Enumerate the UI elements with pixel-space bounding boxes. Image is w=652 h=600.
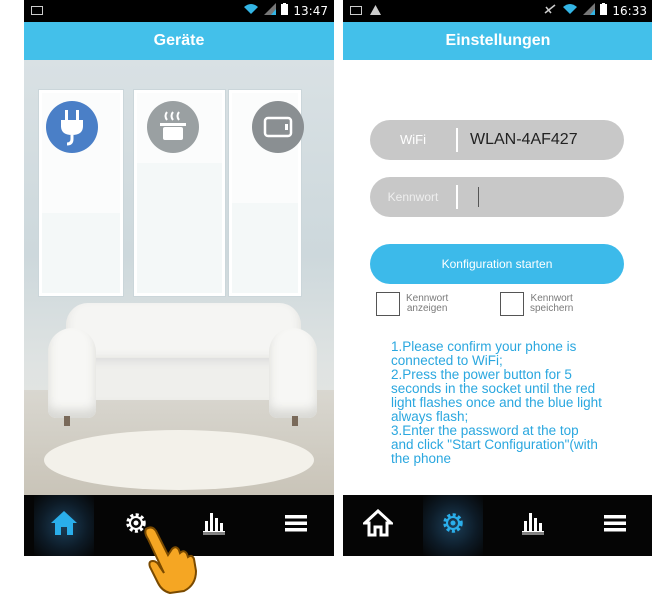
- wifi-signal-icon: [243, 3, 259, 18]
- checkbox-box[interactable]: [376, 292, 400, 316]
- sofa-leg: [64, 416, 70, 426]
- sofa-leg: [292, 416, 298, 426]
- page-title: Einstellungen: [343, 22, 652, 60]
- chart-icon: [520, 511, 546, 540]
- nav-menu-button[interactable]: [266, 495, 326, 556]
- chart-icon: [201, 511, 227, 540]
- cell-signal-icon: [583, 3, 596, 18]
- password-label: Kennwort: [387, 190, 439, 204]
- sofa-seat: [66, 358, 301, 400]
- instruction-step-2: 2.Press the power button for 5 seconds i…: [391, 367, 602, 424]
- gear-icon: [440, 510, 466, 541]
- settings-panel: WiFi WLAN-4AF427 Kennwort Konfiguration …: [343, 60, 652, 495]
- sofa-arm: [269, 328, 317, 418]
- field-divider: [456, 185, 458, 209]
- cooking-pot-icon[interactable]: [147, 101, 199, 153]
- home-icon: [361, 508, 395, 542]
- plug-icon[interactable]: [46, 101, 98, 153]
- menu-icon: [604, 514, 626, 537]
- field-divider: [456, 128, 458, 152]
- save-password-checkbox[interactable]: Kennwort speichern: [500, 292, 573, 316]
- status-time: 16:33: [612, 3, 647, 18]
- instruction-step-3: 3.Enter the password at the top and clic…: [391, 423, 598, 466]
- start-configuration-button[interactable]: Konfiguration starten: [370, 244, 624, 284]
- living-room-background: [24, 60, 334, 495]
- bottom-navigation: [343, 495, 652, 556]
- wifi-label: WiFi: [400, 132, 426, 147]
- password-input[interactable]: [468, 185, 612, 211]
- cell-signal-icon: [264, 3, 277, 18]
- warning-icon: [370, 4, 381, 18]
- wifi-signal-icon: [562, 3, 578, 18]
- sofa-arm: [48, 328, 96, 418]
- wifi-field[interactable]: WiFi WLAN-4AF427: [370, 120, 624, 160]
- checkbox-box[interactable]: [500, 292, 524, 316]
- battery-icon: [281, 3, 289, 18]
- home-icon: [49, 509, 79, 542]
- password-field[interactable]: Kennwort: [370, 177, 624, 217]
- nav-home-button[interactable]: [34, 495, 94, 556]
- signal-off-icon: [543, 3, 557, 18]
- show-password-checkbox[interactable]: Kennwort anzeigen: [376, 292, 448, 316]
- image-notification-icon: [350, 4, 362, 18]
- battery-icon: [600, 3, 608, 18]
- nav-menu-button[interactable]: [585, 495, 645, 556]
- save-password-label-line2: speichern: [530, 303, 574, 314]
- status-bar: 16:33: [343, 0, 652, 22]
- pointing-hand-icon: [140, 525, 200, 600]
- nav-home-button[interactable]: [348, 495, 408, 556]
- status-time: 13:47: [293, 3, 328, 18]
- wifi-ssid-value[interactable]: WLAN-4AF427: [470, 120, 578, 160]
- page-title: Geräte: [24, 22, 334, 60]
- phone-screen-devices: 13:47 Geräte: [24, 0, 334, 556]
- sofa: [66, 303, 301, 365]
- nav-statistics-button[interactable]: [503, 495, 563, 556]
- status-bar: 13:47: [24, 0, 334, 22]
- instructions-text: 1.Please confirm your phone is connected…: [391, 340, 603, 490]
- tv-icon[interactable]: [252, 101, 304, 153]
- phone-screen-settings: 16:33 Einstellungen WiFi WLAN-4AF427 Ken…: [343, 0, 652, 556]
- menu-icon: [285, 514, 307, 537]
- image-notification-icon: [31, 4, 43, 18]
- show-password-label-line2: anzeigen: [406, 303, 448, 314]
- rug: [44, 430, 314, 490]
- instruction-step-1: 1.Please confirm your phone is connected…: [391, 340, 577, 368]
- nav-settings-button[interactable]: [423, 495, 483, 556]
